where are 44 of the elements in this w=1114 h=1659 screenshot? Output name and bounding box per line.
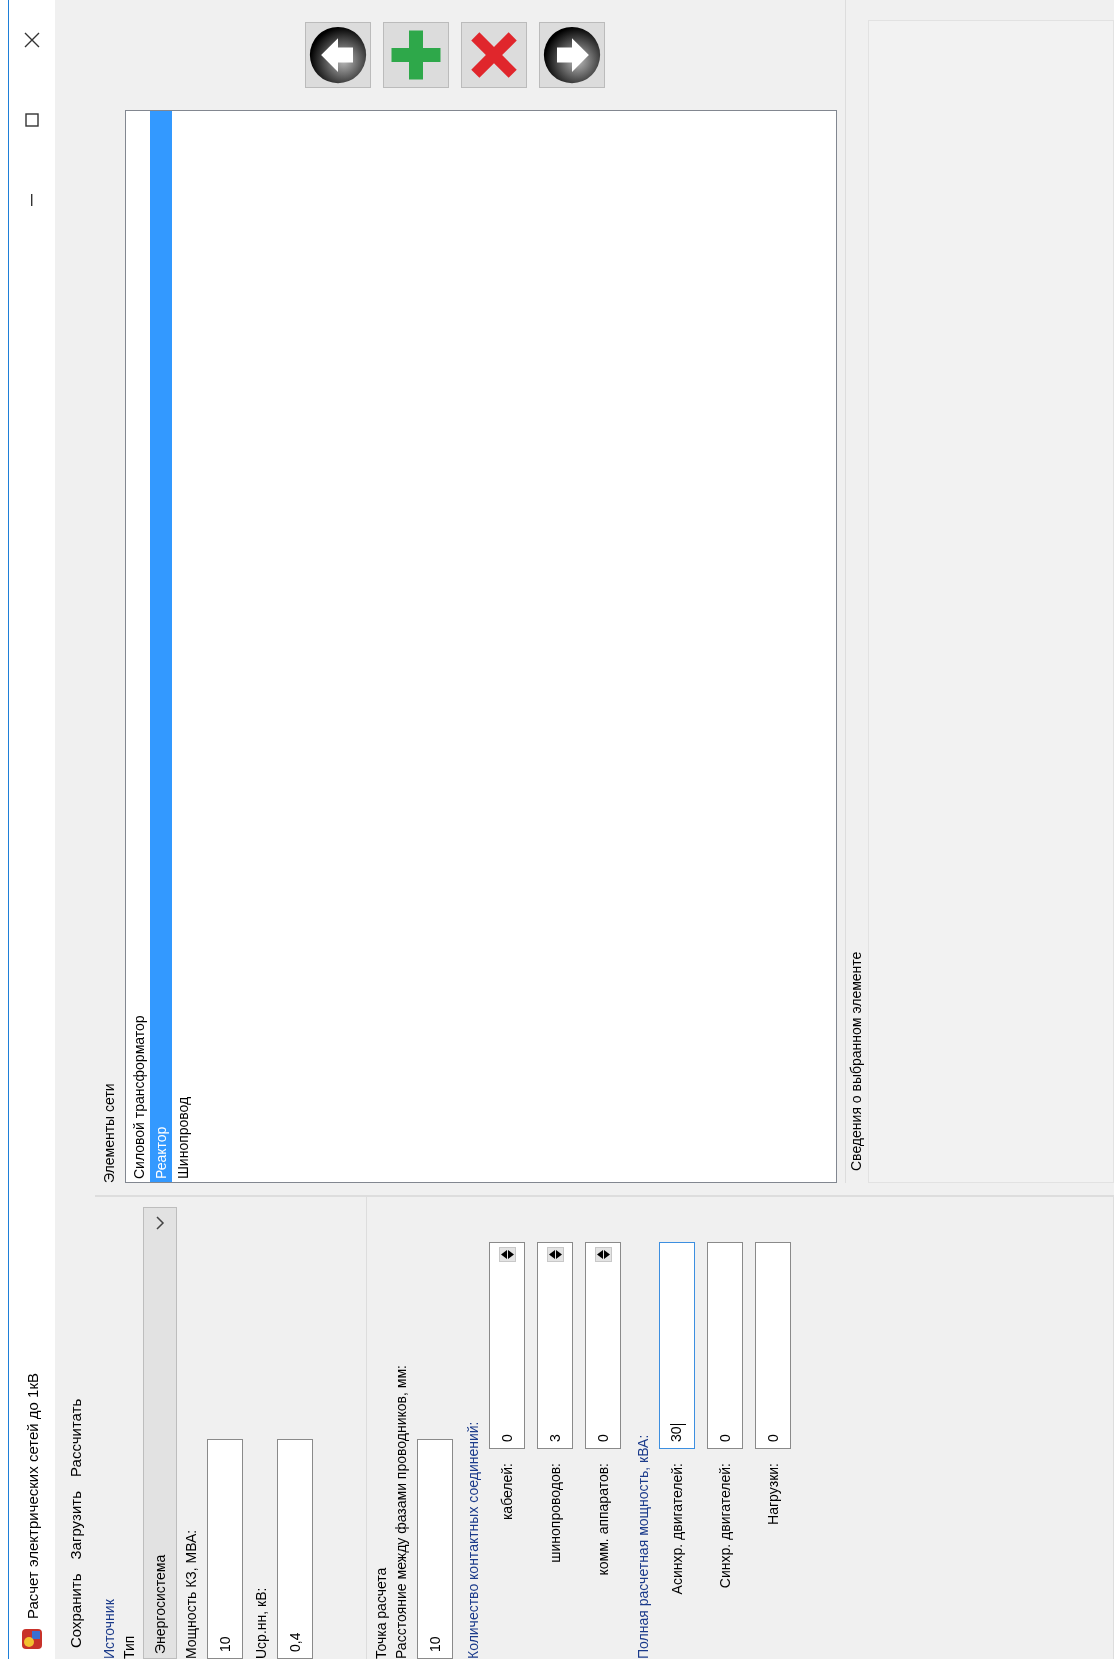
input-field[interactable]: 30 (659, 1242, 695, 1449)
forward-button[interactable] (539, 22, 605, 88)
section-label: Количество контактных соединений: (464, 1420, 482, 1659)
field-label: Синхр. двигателей: (717, 1462, 733, 1591)
input-field[interactable]: 0 (707, 1242, 743, 1449)
input-field[interactable]: 10 (207, 1439, 243, 1659)
menu-item[interactable]: Сохранить (66, 1566, 84, 1655)
field-label: Асинхр. двигателей: (669, 1462, 685, 1597)
spin-field[interactable]: 3 (537, 1242, 573, 1449)
field-label: Тип (120, 1634, 138, 1659)
group-title: Элементы сети (100, 1082, 118, 1183)
input-field[interactable]: 0,4 (277, 1439, 313, 1659)
list-item[interactable]: Силовой трансформатор (128, 111, 150, 1182)
field-label: кабелей: (499, 1462, 515, 1523)
back-button[interactable] (305, 22, 371, 88)
spin-arrows-icon[interactable] (498, 1247, 516, 1262)
window-title: Расчет электрических сетей до 1кВ (23, 1372, 41, 1619)
group-title: Сведения о выбранном элементе (847, 950, 865, 1173)
app-icon (20, 1627, 44, 1651)
group-title: Источник (100, 1598, 118, 1659)
spin-arrows-icon[interactable] (546, 1247, 564, 1262)
menu-item[interactable]: Рассчитать (66, 1391, 84, 1484)
type-dropdown[interactable]: Энергосистема (143, 1207, 177, 1659)
close-icon (24, 32, 40, 48)
maximize-icon (25, 113, 39, 127)
spin-field[interactable]: 0 (585, 1242, 621, 1449)
list-item[interactable]: Шинопровод (172, 111, 194, 1182)
cross-icon (468, 29, 520, 81)
group-title: Точка расчета (372, 1566, 390, 1659)
minimize-icon (31, 194, 33, 206)
delete-button[interactable] (461, 22, 527, 88)
field-label: Uср.нн, кВ: (252, 1586, 270, 1659)
menu-item[interactable]: Загрузить (66, 1483, 84, 1567)
input-field[interactable]: 10 (417, 1439, 453, 1659)
field-label: комм. аппаратов: (595, 1462, 611, 1578)
input-field[interactable]: 0 (755, 1242, 791, 1449)
field-label: Нагрузки: (765, 1462, 781, 1527)
field-label: шинопроводов: (547, 1462, 563, 1565)
spin-arrows-icon[interactable] (594, 1247, 612, 1262)
chevron-icon (155, 1216, 165, 1230)
field-label: Мощность КЗ, МВА: (182, 1528, 200, 1659)
section-label: Полная расчетная мощность, кВА: (634, 1433, 652, 1659)
spin-field[interactable]: 0 (489, 1242, 525, 1449)
field-label: Расстояние между фазами проводников, мм: (392, 1364, 410, 1659)
